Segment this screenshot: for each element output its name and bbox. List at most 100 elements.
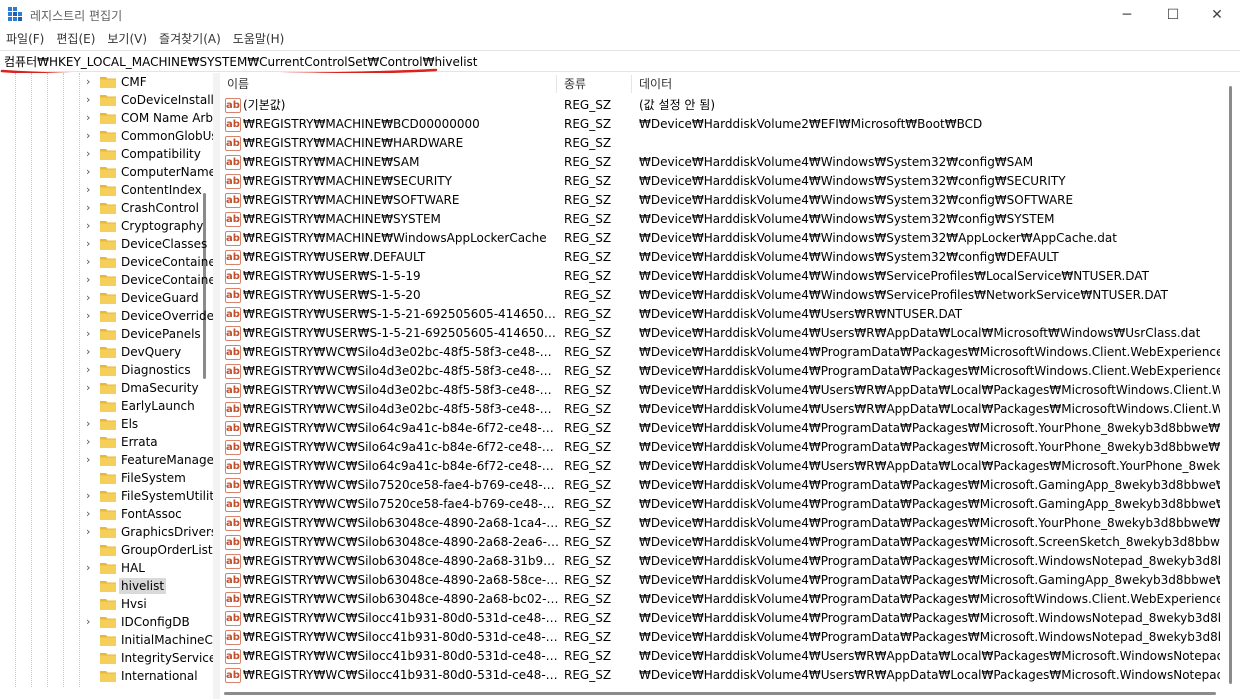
- value-row[interactable]: ab ₩REGISTRY₩MACHINE₩SAM REG_SZ ₩Device₩Har…: [220, 153, 1220, 172]
- chevron-right-icon[interactable]: ›: [86, 201, 96, 215]
- tree-item[interactable]: › ContentIndex: [86, 181, 213, 199]
- chevron-right-icon[interactable]: ›: [86, 75, 96, 89]
- chevron-right-icon[interactable]: ›: [86, 489, 96, 503]
- tree-item[interactable]: InitialMachineConfig: [86, 631, 213, 649]
- chevron-right-icon[interactable]: ›: [86, 255, 96, 269]
- value-row[interactable]: ab ₩REGISTRY₩USER₩S-1-5-21-692505605-4146…: [220, 324, 1220, 343]
- chevron-right-icon[interactable]: ›: [86, 237, 96, 251]
- tree-item[interactable]: › HAL: [86, 559, 213, 577]
- chevron-right-icon[interactable]: ›: [86, 417, 96, 431]
- key-tree[interactable]: › CMF › CoDeviceInstallers › COM Name Arbiter…: [0, 73, 213, 687]
- scroll-thumb[interactable]: [224, 692, 1216, 695]
- tree-item[interactable]: GroupOrderList: [86, 541, 213, 559]
- chevron-right-icon[interactable]: ›: [86, 435, 96, 449]
- chevron-right-icon[interactable]: ›: [86, 507, 96, 521]
- tree-item[interactable]: › Diagnostics: [86, 361, 213, 379]
- tree-item[interactable]: hivelist: [86, 577, 213, 595]
- chevron-right-icon[interactable]: ›: [86, 345, 96, 359]
- chevron-right-icon[interactable]: ›: [86, 165, 96, 179]
- tree-item[interactable]: › DeviceGuard: [86, 289, 213, 307]
- chevron-right-icon[interactable]: ›: [86, 183, 96, 197]
- value-row[interactable]: ab ₩REGISTRY₩USER₩S-1-5-20 REG_SZ ₩Device₩H…: [220, 286, 1220, 305]
- tree-item[interactable]: › FontAssoc: [86, 505, 213, 523]
- value-row[interactable]: ab ₩REGISTRY₩WC₩Silo4d3e02bc-48f5-58f3-ce…: [220, 343, 1220, 362]
- tree-item[interactable]: › CMF: [86, 73, 213, 91]
- tree-item[interactable]: › CoDeviceInstallers: [86, 91, 213, 109]
- value-row[interactable]: ab ₩REGISTRY₩WC₩Silob63048ce-4890-2a68-31…: [220, 552, 1220, 571]
- tree-item[interactable]: › FileSystemUtilities: [86, 487, 213, 505]
- tree-item[interactable]: › CrashControl: [86, 199, 213, 217]
- value-row[interactable]: ab ₩REGISTRY₩MACHINE₩SYSTEM REG_SZ ₩Device₩…: [220, 210, 1220, 229]
- address-bar[interactable]: 컴퓨터₩HKEY_LOCAL_MACHINE₩SYSTEM₩CurrentCon…: [0, 50, 1240, 72]
- value-row[interactable]: ab ₩REGISTRY₩WC₩Silob63048ce-4890-2a68-1c…: [220, 514, 1220, 533]
- tree-item[interactable]: › DeviceContainerPropertyUpdateEvents: [86, 253, 213, 271]
- tree-item[interactable]: International: [86, 667, 213, 685]
- value-row[interactable]: ab ₩REGISTRY₩WC₩Silo7520ce58-fae4-b769-ce…: [220, 495, 1220, 514]
- values-horizontal-scrollbar[interactable]: [220, 687, 1220, 699]
- tree-item[interactable]: FileSystem: [86, 469, 213, 487]
- chevron-right-icon[interactable]: ›: [86, 147, 96, 161]
- chevron-right-icon[interactable]: ›: [86, 561, 96, 575]
- value-row[interactable]: ab ₩REGISTRY₩WC₩Silob63048ce-4890-2a68-bc…: [220, 590, 1220, 609]
- menu-edit[interactable]: 편집(E): [50, 30, 101, 50]
- chevron-right-icon[interactable]: ›: [86, 615, 96, 629]
- value-row[interactable]: ab ₩REGISTRY₩WC₩Silo4d3e02bc-48f5-58f3-ce…: [220, 362, 1220, 381]
- chevron-right-icon[interactable]: ›: [86, 273, 96, 287]
- value-row[interactable]: ab ₩REGISTRY₩MACHINE₩SECURITY REG_SZ ₩Devic…: [220, 172, 1220, 191]
- value-row[interactable]: ab ₩REGISTRY₩WC₩Silo64c9a41c-b84e-6f72-ce…: [220, 438, 1220, 457]
- value-row[interactable]: ab ₩REGISTRY₩WC₩Silocc41b931-80d0-531d-ce…: [220, 609, 1220, 628]
- value-row[interactable]: ab ₩REGISTRY₩WC₩Silocc41b931-80d0-531d-ce…: [220, 647, 1220, 666]
- chevron-right-icon[interactable]: ›: [86, 363, 96, 377]
- value-row[interactable]: ab ₩REGISTRY₩USER₩.DEFAULT REG_SZ ₩Device₩H…: [220, 248, 1220, 267]
- values-list[interactable]: 이름 종류 데이터 ab (기본값) REG_SZ (값 설정 안 됨) ab ₩REGI…: [220, 73, 1220, 687]
- value-row[interactable]: ab ₩REGISTRY₩USER₩S-1-5-21-692505605-4146…: [220, 305, 1220, 324]
- tree-item[interactable]: › CommonGlobUserSettings: [86, 127, 213, 145]
- tree-item[interactable]: › DeviceContainers: [86, 271, 213, 289]
- address-path[interactable]: 컴퓨터₩HKEY_LOCAL_MACHINE₩SYSTEM₩CurrentCon…: [4, 53, 478, 70]
- scroll-thumb[interactable]: [1229, 86, 1232, 684]
- tree-item[interactable]: › Cryptography: [86, 217, 213, 235]
- chevron-right-icon[interactable]: ›: [86, 219, 96, 233]
- value-row[interactable]: ab (기본값) REG_SZ (값 설정 안 됨): [220, 96, 1220, 115]
- column-header-data[interactable]: 데이터: [639, 73, 672, 95]
- value-row[interactable]: ab ₩REGISTRY₩MACHINE₩SOFTWARE REG_SZ ₩Devic…: [220, 191, 1220, 210]
- chevron-right-icon[interactable]: ›: [86, 111, 96, 125]
- tree-item[interactable]: › ComputerName: [86, 163, 213, 181]
- column-divider[interactable]: [631, 75, 632, 93]
- value-row[interactable]: ab ₩REGISTRY₩WC₩Silo4d3e02bc-48f5-58f3-ce…: [220, 381, 1220, 400]
- chevron-right-icon[interactable]: ›: [86, 291, 96, 305]
- value-row[interactable]: ab ₩REGISTRY₩WC₩Silo7520ce58-fae4-b769-ce…: [220, 476, 1220, 495]
- value-row[interactable]: ab ₩REGISTRY₩WC₩Silo4d3e02bc-48f5-58f3-ce…: [220, 400, 1220, 419]
- value-row[interactable]: ab ₩REGISTRY₩WC₩Silob63048ce-4890-2a68-58…: [220, 571, 1220, 590]
- tree-item[interactable]: › Compatibility: [86, 145, 213, 163]
- value-row[interactable]: ab ₩REGISTRY₩MACHINE₩BCD00000000 REG_SZ ₩De…: [220, 115, 1220, 134]
- chevron-right-icon[interactable]: ›: [86, 327, 96, 341]
- tree-item[interactable]: › DevQuery: [86, 343, 213, 361]
- chevron-right-icon[interactable]: ›: [86, 93, 96, 107]
- value-row[interactable]: ab ₩REGISTRY₩WC₩Silocc41b931-80d0-531d-ce…: [220, 628, 1220, 647]
- value-row[interactable]: ab ₩REGISTRY₩MACHINE₩HARDWARE REG_SZ: [220, 134, 1220, 153]
- tree-item[interactable]: › DeviceOverrides: [86, 307, 213, 325]
- value-row[interactable]: ab ₩REGISTRY₩MACHINE₩WindowsAppLockerCach…: [220, 229, 1220, 248]
- value-row[interactable]: ab ₩REGISTRY₩WC₩Silo64c9a41c-b84e-6f72-ce…: [220, 419, 1220, 438]
- column-divider[interactable]: [556, 75, 557, 93]
- value-row[interactable]: ab ₩REGISTRY₩WC₩Silo64c9a41c-b84e-6f72-ce…: [220, 457, 1220, 476]
- values-vertical-scrollbar[interactable]: [1220, 73, 1240, 687]
- value-row[interactable]: ab ₩REGISTRY₩WC₩Silocc41b931-80d0-531d-ce…: [220, 666, 1220, 685]
- tree-item[interactable]: › Errata: [86, 433, 213, 451]
- chevron-right-icon[interactable]: ›: [86, 525, 96, 539]
- value-row[interactable]: ab ₩REGISTRY₩USER₩S-1-5-19 REG_SZ ₩Device₩H…: [220, 267, 1220, 286]
- close-button[interactable]: ✕: [1194, 0, 1240, 30]
- menu-view[interactable]: 보기(V): [101, 30, 153, 50]
- tree-item[interactable]: › IDConfigDB: [86, 613, 213, 631]
- tree-item[interactable]: › GraphicsDrivers: [86, 523, 213, 541]
- menu-help[interactable]: 도움말(H): [227, 30, 291, 50]
- chevron-right-icon[interactable]: ›: [86, 381, 96, 395]
- minimize-button[interactable]: ─: [1104, 0, 1150, 30]
- tree-item[interactable]: › FeatureManagement: [86, 451, 213, 469]
- tree-item[interactable]: IntegrityServices: [86, 649, 213, 667]
- tree-item[interactable]: › DeviceClasses: [86, 235, 213, 253]
- tree-item[interactable]: › Els: [86, 415, 213, 433]
- column-header-type[interactable]: 종류: [564, 73, 586, 95]
- menu-file[interactable]: 파일(F): [0, 30, 50, 50]
